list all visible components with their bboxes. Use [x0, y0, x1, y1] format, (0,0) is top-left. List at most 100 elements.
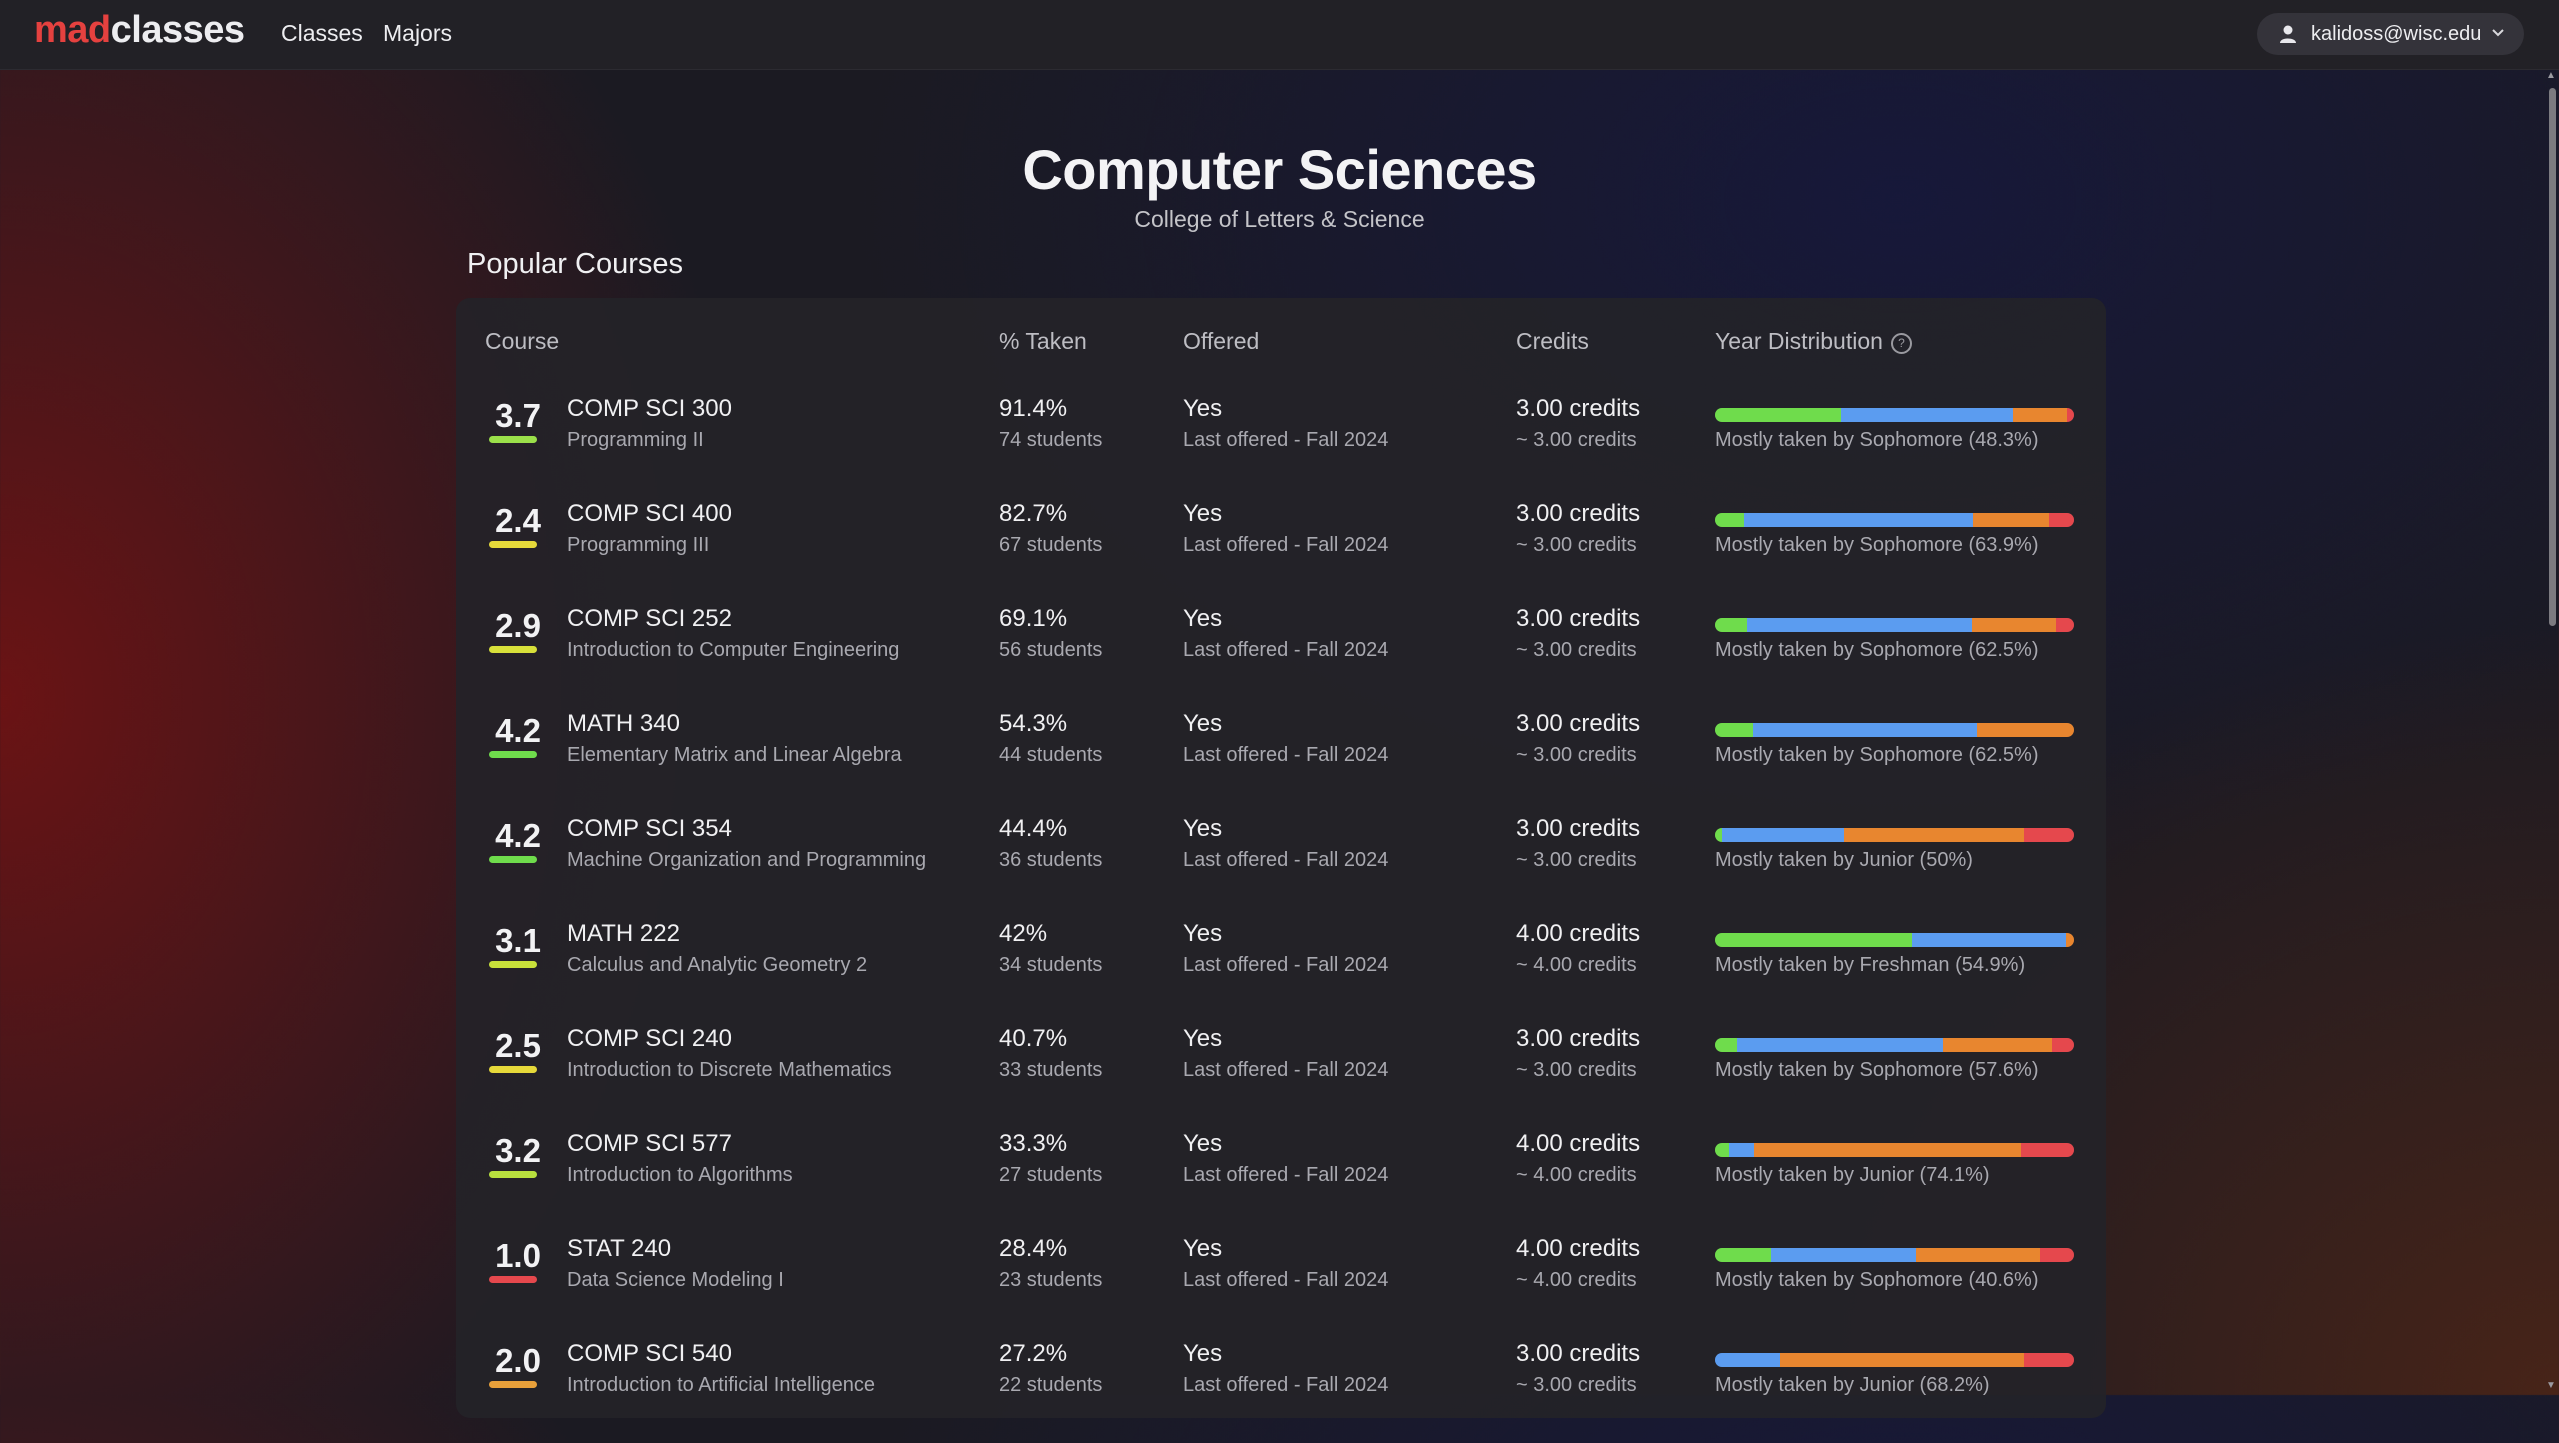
credits-approx: ~ 4.00 credits: [1516, 1164, 1637, 1186]
student-count: 56 students: [999, 639, 1103, 661]
course-code[interactable]: MATH 222: [567, 920, 680, 948]
logo-classes: classes: [110, 9, 245, 51]
top-navbar: madclasses Classes Majors kalidoss@wisc.…: [0, 0, 2559, 70]
table-row[interactable]: 3.2 COMP SCI 577 Introduction to Algorithm…: [456, 1128, 2106, 1233]
gpa-indicator: [489, 961, 537, 968]
table-row[interactable]: 2.9 COMP SCI 252 Introduction to Computer …: [456, 603, 2106, 708]
logo[interactable]: madclasses: [34, 9, 245, 52]
column-header-course[interactable]: Course: [485, 328, 559, 355]
table-row[interactable]: 3.1 MATH 222 Calculus and Analytic Geometr…: [456, 918, 2106, 1023]
gpa-score: 2.5: [495, 1027, 541, 1064]
logo-mad: mad: [34, 9, 111, 51]
distribution-segment-senior: [2066, 408, 2074, 422]
course-code[interactable]: COMP SCI 540: [567, 1340, 732, 1368]
distribution-segment-sophomore: [1752, 723, 1978, 737]
distribution-segment-sophomore: [1743, 513, 1974, 527]
percent-taken: 54.3%: [999, 710, 1068, 737]
credits: 3.00 credits: [1516, 500, 1641, 527]
year-distribution-summary: Mostly taken by Junior (74.1%): [1715, 1164, 1990, 1186]
offered-status: Yes: [1183, 605, 1223, 632]
course-name: Introduction to Artificial Intelligence: [567, 1374, 875, 1396]
credits: 3.00 credits: [1516, 605, 1641, 632]
distribution-segment-senior: [2024, 1353, 2074, 1367]
help-icon[interactable]: ?: [1890, 333, 1912, 354]
column-header-taken[interactable]: % Taken: [999, 328, 1087, 355]
distribution-segment-freshman: [1715, 1143, 1730, 1157]
last-offered: Last offered - Fall 2024: [1183, 534, 1389, 556]
user-menu-button[interactable]: kalidoss@wisc.edu: [2257, 13, 2524, 55]
scrollbar-thumb[interactable]: [2549, 88, 2556, 626]
user-email: kalidoss@wisc.edu: [2311, 22, 2482, 45]
year-distribution-bar: [1715, 1143, 2074, 1157]
offered-status: Yes: [1183, 710, 1223, 737]
gpa-indicator: [489, 1381, 537, 1388]
percent-taken: 27.2%: [999, 1340, 1068, 1367]
year-distribution-bar: [1715, 1038, 2074, 1052]
course-code[interactable]: MATH 340: [567, 710, 680, 738]
page-title: Computer Sciences: [1022, 138, 1537, 201]
gpa-score: 3.7: [495, 397, 541, 434]
percent-taken: 91.4%: [999, 395, 1068, 422]
course-name: Data Science Modeling I: [567, 1269, 784, 1291]
year-distribution-summary: Mostly taken by Junior (68.2%): [1715, 1374, 1990, 1396]
student-count: 22 students: [999, 1374, 1103, 1396]
last-offered: Last offered - Fall 2024: [1183, 1059, 1389, 1081]
course-name: Programming III: [567, 534, 710, 556]
credits-approx: ~ 3.00 credits: [1516, 849, 1637, 871]
course-name: Introduction to Computer Engineering: [567, 639, 900, 661]
table-row[interactable]: 4.2 COMP SCI 354 Machine Organization and …: [456, 813, 2106, 918]
distribution-segment-junior: [1971, 618, 2057, 632]
offered-status: Yes: [1183, 1340, 1223, 1367]
year-distribution-summary: Mostly taken by Sophomore (57.6%): [1715, 1059, 2039, 1081]
distribution-segment-freshman: [1715, 933, 1913, 947]
last-offered: Last offered - Fall 2024: [1183, 1269, 1389, 1291]
nav-link-majors[interactable]: Majors: [383, 20, 452, 47]
table-row[interactable]: 1.0 STAT 240 Data Science Modeling I 28.4% 2…: [456, 1233, 2106, 1338]
credits-approx: ~ 3.00 credits: [1516, 534, 1637, 556]
offered-status: Yes: [1183, 815, 1223, 842]
percent-taken: 28.4%: [999, 1235, 1068, 1262]
course-name: Introduction to Algorithms: [567, 1164, 793, 1186]
student-count: 36 students: [999, 849, 1103, 871]
credits: 3.00 credits: [1516, 710, 1641, 737]
table-row[interactable]: 3.7 COMP SCI 300 Programming II 91.4% 74 stu…: [456, 393, 2106, 498]
year-distribution-summary: Mostly taken by Sophomore (62.5%): [1715, 744, 2039, 766]
last-offered: Last offered - Fall 2024: [1183, 1374, 1389, 1396]
course-name: Programming II: [567, 429, 704, 451]
distribution-segment-junior: [1844, 828, 2024, 842]
distribution-segment-freshman: [1715, 1038, 1737, 1052]
column-header-offered[interactable]: Offered: [1183, 328, 1259, 355]
offered-status: Yes: [1183, 1235, 1223, 1262]
year-distribution-bar: [1715, 1248, 2074, 1262]
course-code[interactable]: COMP SCI 252: [567, 605, 732, 633]
scroll-down-arrow-icon[interactable]: ▼: [2546, 1380, 2556, 1391]
course-code[interactable]: COMP SCI 354: [567, 815, 732, 843]
gpa-indicator: [489, 436, 537, 443]
course-code[interactable]: STAT 240: [567, 1235, 671, 1263]
course-code[interactable]: COMP SCI 400: [567, 500, 732, 528]
credits-approx: ~ 3.00 credits: [1516, 429, 1637, 451]
course-code[interactable]: COMP SCI 577: [567, 1130, 732, 1158]
student-count: 27 students: [999, 1164, 1103, 1186]
table-row[interactable]: 2.5 COMP SCI 240 Introduction to Discrete …: [456, 1023, 2106, 1128]
student-count: 44 students: [999, 744, 1103, 766]
gpa-indicator: [489, 1276, 537, 1283]
course-name: Introduction to Discrete Mathematics: [567, 1059, 892, 1081]
gpa-indicator: [489, 856, 537, 863]
column-header-credits[interactable]: Credits: [1516, 328, 1589, 355]
distribution-segment-junior: [1977, 723, 2074, 737]
last-offered: Last offered - Fall 2024: [1183, 639, 1389, 661]
gpa-score: 3.2: [495, 1132, 541, 1169]
table-row[interactable]: 4.2 MATH 340 Elementary Matrix and Linear …: [456, 708, 2106, 813]
year-distribution-summary: Mostly taken by Freshman (54.9%): [1715, 954, 2026, 976]
table-row[interactable]: 2.4 COMP SCI 400 Programming III 82.7% 67 st…: [456, 498, 2106, 603]
offered-status: Yes: [1183, 1130, 1223, 1157]
percent-taken: 42%: [999, 920, 1048, 947]
table-row[interactable]: 2.0 COMP SCI 540 Introduction to Artificia…: [456, 1338, 2106, 1443]
distribution-segment-freshman: [1715, 723, 1753, 737]
last-offered: Last offered - Fall 2024: [1183, 744, 1389, 766]
course-code[interactable]: COMP SCI 240: [567, 1025, 732, 1053]
course-code[interactable]: COMP SCI 300: [567, 395, 732, 423]
nav-link-classes[interactable]: Classes: [281, 20, 363, 47]
scroll-up-arrow-icon[interactable]: ▲: [2546, 70, 2556, 81]
